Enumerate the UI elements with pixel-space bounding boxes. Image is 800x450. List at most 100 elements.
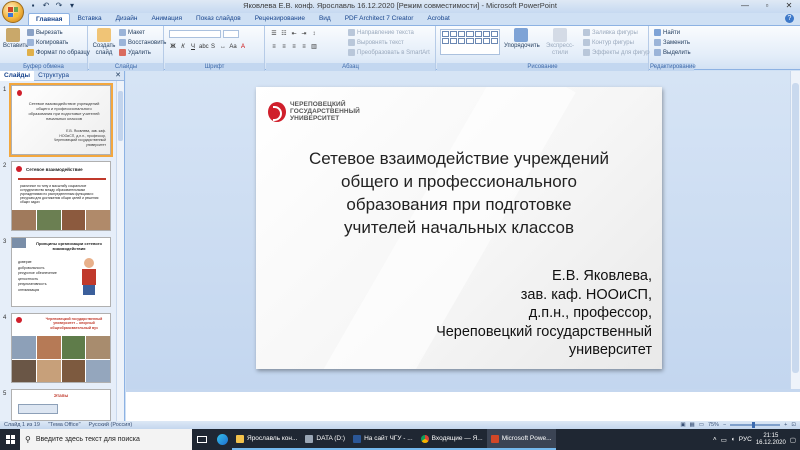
tab-animation[interactable]: Анимация bbox=[144, 13, 189, 25]
slide-title[interactable]: Сетевое взаимодействие учреждений общего… bbox=[256, 147, 662, 239]
underline-icon[interactable]: Ч bbox=[189, 43, 197, 51]
replace-button[interactable]: Заменить bbox=[654, 39, 690, 46]
slide-thumbnail-4[interactable]: Череповецкий государственный университет… bbox=[11, 313, 111, 383]
maximize-icon[interactable]: ▫ bbox=[756, 0, 778, 12]
increase-indent-icon[interactable]: ⇥ bbox=[300, 30, 308, 38]
reset-button[interactable]: Восстановить bbox=[119, 39, 166, 46]
slide-author-block[interactable]: Е.В. Яковлева, зав. каф. НООиСП, д.п.н.,… bbox=[436, 267, 652, 360]
rect-shape-icon[interactable] bbox=[458, 31, 466, 37]
strikethrough-icon[interactable]: abc bbox=[199, 43, 209, 51]
slide-scroll-thumb[interactable] bbox=[792, 83, 799, 373]
tab-acrobat[interactable]: Acrobat bbox=[420, 13, 456, 25]
close-panel-icon[interactable]: ✕ bbox=[115, 71, 121, 81]
taskbar-item-explorer[interactable]: Ярославль кон... bbox=[232, 429, 302, 450]
new-slide-button[interactable]: Создать слайд bbox=[92, 28, 116, 56]
close-icon[interactable]: ✕ bbox=[778, 0, 800, 12]
tab-review[interactable]: Рецензирование bbox=[248, 13, 312, 25]
select-button[interactable]: Выделить bbox=[654, 49, 691, 56]
tab-view[interactable]: Вид bbox=[312, 13, 338, 25]
fit-to-window-icon[interactable]: ⊡ bbox=[791, 421, 796, 429]
volume-icon[interactable]: ◖ bbox=[731, 436, 735, 443]
copy-button[interactable]: Копировать bbox=[27, 39, 68, 46]
font-size-combo[interactable] bbox=[223, 30, 239, 38]
notes-pane[interactable] bbox=[126, 389, 800, 421]
slide-thumbnail-3[interactable]: Принципы организации сетевого взаимодейс… bbox=[11, 237, 111, 307]
zoom-level[interactable]: 75% bbox=[708, 421, 719, 429]
block-arrow-shape-icon[interactable] bbox=[466, 38, 474, 44]
tab-design[interactable]: Дизайн bbox=[109, 13, 145, 25]
shape-outline-button[interactable]: Контур фигуры bbox=[583, 39, 634, 46]
tab-pdf-architect[interactable]: PDF Architect 7 Creator bbox=[338, 13, 421, 25]
italic-icon[interactable]: К bbox=[179, 43, 187, 51]
quick-styles-button[interactable]: Экспресс-стили bbox=[541, 28, 579, 56]
arrow-shape-icon[interactable] bbox=[450, 31, 458, 37]
notifications-icon[interactable]: ▢ bbox=[790, 436, 796, 444]
sorter-view-icon[interactable]: ▦ bbox=[690, 421, 695, 429]
tab-insert[interactable]: Вставка bbox=[70, 13, 108, 25]
columns-icon[interactable]: ▥ bbox=[310, 43, 318, 51]
line-spacing-icon[interactable]: ↕ bbox=[310, 30, 318, 38]
justify-icon[interactable]: ≡ bbox=[300, 43, 308, 51]
connector-shape-icon[interactable] bbox=[490, 31, 498, 37]
taskbar-item-powerpoint[interactable]: Microsoft Powe... bbox=[486, 429, 556, 450]
format-painter-button[interactable]: Формат по образцу bbox=[27, 49, 90, 56]
bold-icon[interactable]: Ж bbox=[169, 43, 177, 51]
star-shape-icon[interactable] bbox=[458, 38, 466, 44]
numbering-icon[interactable]: ☷ bbox=[280, 30, 288, 38]
undo-icon[interactable]: ↶ bbox=[41, 1, 51, 11]
taskbar-item-word[interactable]: На сайт ЧГУ - ... bbox=[349, 429, 417, 450]
slide-thumbnail-1[interactable]: Сетевое взаимодействие учреждений общего… bbox=[9, 83, 113, 157]
slide-thumbnail-5[interactable]: Этапы bbox=[11, 389, 111, 421]
delete-button[interactable]: Удалить bbox=[119, 49, 151, 56]
redo-icon[interactable]: ↷ bbox=[54, 1, 64, 11]
decrease-indent-icon[interactable]: ⇤ bbox=[290, 30, 298, 38]
align-left-icon[interactable]: ≡ bbox=[270, 43, 278, 51]
rounded-rect-shape-icon[interactable] bbox=[474, 31, 482, 37]
panel-scroll-thumb[interactable] bbox=[118, 91, 123, 141]
tab-slideshow[interactable]: Показ слайдов bbox=[189, 13, 248, 25]
zoom-slider[interactable] bbox=[730, 422, 781, 428]
edge-icon[interactable] bbox=[212, 429, 232, 450]
taskbar-search[interactable]: ⚲ Введите здесь текст для поиска bbox=[20, 429, 192, 450]
smartart-button[interactable]: Преобразовать в SmartArt bbox=[348, 49, 430, 56]
find-button[interactable]: Найти bbox=[654, 29, 680, 36]
spacing-icon[interactable]: ↔ bbox=[219, 43, 227, 51]
taskbar-item-chrome[interactable]: Входящие — Я... bbox=[416, 429, 487, 450]
normal-view-icon[interactable]: ▣ bbox=[680, 421, 685, 429]
align-center-icon[interactable]: ≡ bbox=[280, 43, 288, 51]
zoom-in-icon[interactable]: + bbox=[784, 421, 787, 429]
text-direction-button[interactable]: Направление текста bbox=[348, 29, 414, 36]
arrange-button[interactable]: Упорядочить bbox=[504, 28, 540, 50]
more-shapes-icon[interactable] bbox=[490, 38, 498, 44]
slide-scrollbar[interactable] bbox=[790, 71, 800, 389]
help-icon[interactable]: ? bbox=[785, 14, 794, 23]
bullets-icon[interactable]: ☰ bbox=[270, 30, 278, 38]
tab-outline[interactable]: Структура bbox=[34, 71, 73, 81]
network-icon[interactable]: ▭ bbox=[721, 436, 727, 444]
cut-button[interactable]: Вырезать bbox=[27, 29, 63, 36]
callout-shape-icon[interactable] bbox=[474, 38, 482, 44]
align-right-icon[interactable]: ≡ bbox=[290, 43, 298, 51]
slideshow-view-icon[interactable]: ▭ bbox=[699, 421, 704, 429]
triangle-shape-icon[interactable] bbox=[482, 31, 490, 37]
line-shape-icon[interactable] bbox=[442, 31, 450, 37]
minimize-icon[interactable]: — bbox=[734, 0, 756, 12]
taskbar-item-drive[interactable]: DATA (D:) bbox=[301, 429, 350, 450]
office-button[interactable] bbox=[2, 1, 24, 23]
clock[interactable]: 21:15 16.12.2020 bbox=[756, 433, 786, 447]
font-color-icon[interactable]: A bbox=[239, 43, 247, 51]
font-name-combo[interactable] bbox=[169, 30, 221, 38]
customize-qat-icon[interactable]: ▾ bbox=[67, 1, 77, 11]
shape-fill-button[interactable]: Заливка фигуры bbox=[583, 29, 638, 36]
save-icon[interactable]: ▪ bbox=[28, 1, 38, 11]
paste-button[interactable]: Вставить bbox=[3, 28, 28, 50]
tab-home[interactable]: Главная bbox=[28, 13, 71, 25]
shadow-icon[interactable]: S bbox=[209, 43, 217, 51]
case-icon[interactable]: Aa bbox=[229, 43, 237, 51]
tab-slides[interactable]: Слайды bbox=[0, 70, 35, 81]
current-slide[interactable]: ЧЕРЕПОВЕЦКИЙ ГОСУДАРСТВЕННЫЙ УНИВЕРСИТЕТ… bbox=[256, 87, 662, 369]
zoom-out-icon[interactable]: − bbox=[723, 421, 726, 429]
keyboard-language[interactable]: РУС bbox=[739, 436, 752, 443]
oval-shape-icon[interactable] bbox=[466, 31, 474, 37]
flowchart-shape-icon[interactable] bbox=[482, 38, 490, 44]
